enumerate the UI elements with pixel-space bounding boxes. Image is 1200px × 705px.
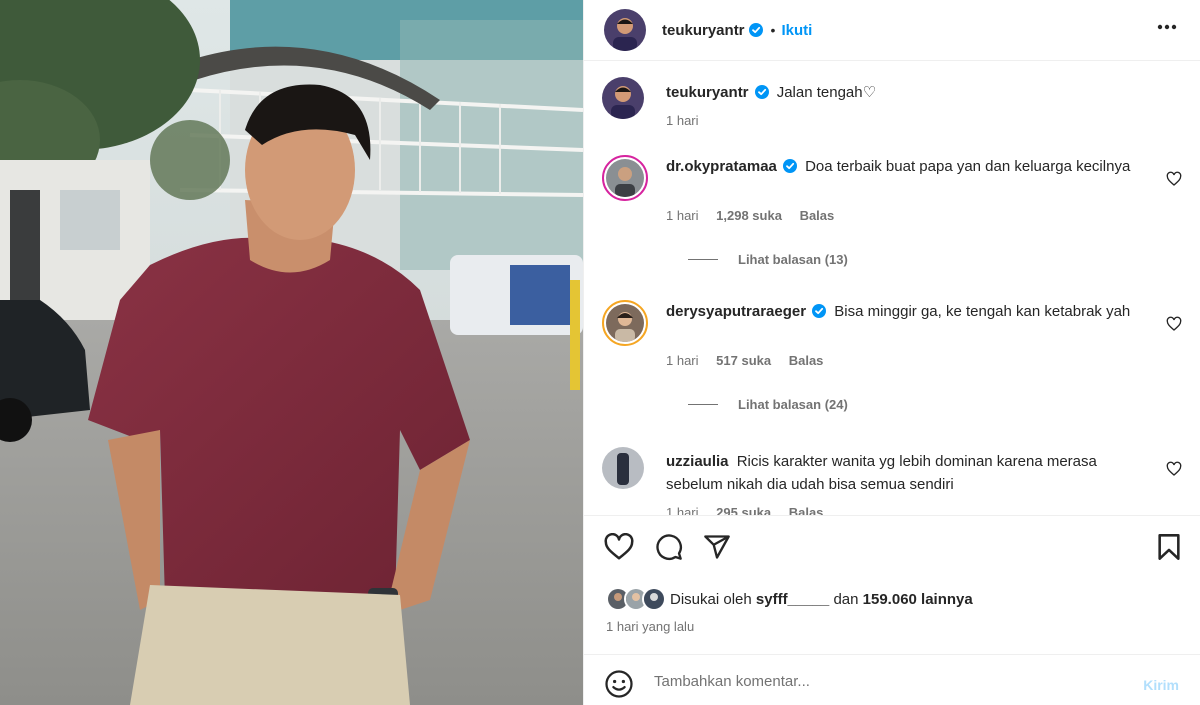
author-username[interactable]: teukuryantr [662,22,745,39]
liker-avatar [642,587,666,611]
commenter-avatar[interactable] [602,155,648,201]
comments-list[interactable]: teukuryantr Jalan tengah♡ 1 hari dr.okyp… [584,62,1200,516]
liker-avatars[interactable] [606,585,670,613]
likes-text[interactable]: Disukai oleh syfff_____ dan 159.060 lain… [670,591,973,608]
post-action-bar [584,530,1200,570]
post-photo[interactable] [0,0,583,705]
post-header: teukuryantr • Ikuti [584,0,1200,61]
replies-divider [688,404,718,405]
comment-time: 1 hari [666,208,699,223]
share-paper-plane-icon[interactable] [700,530,734,564]
author-avatar[interactable] [604,9,646,51]
instagram-post-view: teukuryantr • Ikuti teukuryantr Jalan te… [0,0,1200,705]
verified-badge-icon [782,159,797,173]
post-comment-button[interactable]: Kirim [1143,677,1179,693]
like-comment-heart-icon[interactable] [1166,171,1182,187]
reply-button[interactable]: Balas [789,505,824,515]
verified-badge-icon [812,304,827,318]
comment-likes[interactable]: 295 suka [716,505,771,515]
post-photo-image [0,0,583,705]
comment-item: uzziaulia Ricis karakter wanita yg lebih… [602,447,1182,516]
caption-time: 1 hari [666,113,699,128]
commenter-username[interactable]: derysyaputraraeger [666,303,806,320]
reply-button[interactable]: Balas [800,208,835,223]
comment-likes[interactable]: 1,298 suka [716,208,782,223]
comment-item: dr.okypratamaa Doa terbaik buat papa yan… [602,155,1182,285]
like-heart-icon[interactable] [602,530,636,564]
add-comment-bar: Kirim [584,654,1200,705]
comment-text: Bisa minggir ga, ke tengah kan ketabrak … [834,303,1131,320]
commenter-avatar[interactable] [602,447,644,489]
caption-avatar[interactable] [602,77,644,119]
post-details-panel: teukuryantr • Ikuti teukuryantr Jalan te… [583,0,1200,705]
like-comment-heart-icon[interactable] [1166,461,1182,477]
likes-summary: Disukai oleh syfff_____ dan 159.060 lain… [606,585,973,613]
like-comment-heart-icon[interactable] [1166,316,1182,332]
commenter-username[interactable]: dr.okypratamaa [666,158,777,175]
reply-button[interactable]: Balas [789,353,824,368]
caption-text: Jalan tengah♡ [776,84,877,101]
caption-item: teukuryantr Jalan tengah♡ 1 hari [602,77,1182,137]
comment-input[interactable] [654,667,1114,695]
commenter-avatar[interactable] [602,300,648,346]
comment-bubble-icon[interactable] [652,530,686,564]
view-replies-button[interactable]: Lihat balasan (13) [688,252,848,267]
comment-time: 1 hari [666,353,699,368]
emoji-smiley-icon[interactable] [604,669,634,699]
comment-item: derysyaputraraeger Bisa minggir ga, ke t… [602,300,1182,430]
commenter-username[interactable]: uzziaulia [666,453,729,470]
comment-time: 1 hari [666,505,699,516]
likes-count[interactable]: 159.060 lainnya [863,591,973,608]
view-replies-button[interactable]: Lihat balasan (24) [688,397,848,412]
verified-badge-icon [748,23,763,37]
verified-badge-icon [754,85,769,99]
likes-middle: dan [833,590,859,608]
view-replies-label: Lihat balasan (13) [738,252,848,267]
more-options-icon[interactable] [1153,13,1181,41]
header-separator: • [770,22,776,38]
view-replies-label: Lihat balasan (24) [738,397,848,412]
post-timestamp: 1 hari yang lalu [606,619,695,634]
likes-user[interactable]: syfff_____ [756,591,829,608]
caption-username[interactable]: teukuryantr [666,84,749,101]
comment-text: Ricis karakter wanita yg lebih dominan k… [666,453,1097,493]
save-bookmark-icon[interactable] [1152,530,1186,564]
replies-divider [688,259,718,260]
follow-button[interactable]: Ikuti [781,22,812,39]
likes-prefix: Disukai oleh [670,590,752,608]
comment-likes[interactable]: 517 suka [716,353,771,368]
comment-text: Doa terbaik buat papa yan dan keluarga k… [805,158,1131,175]
